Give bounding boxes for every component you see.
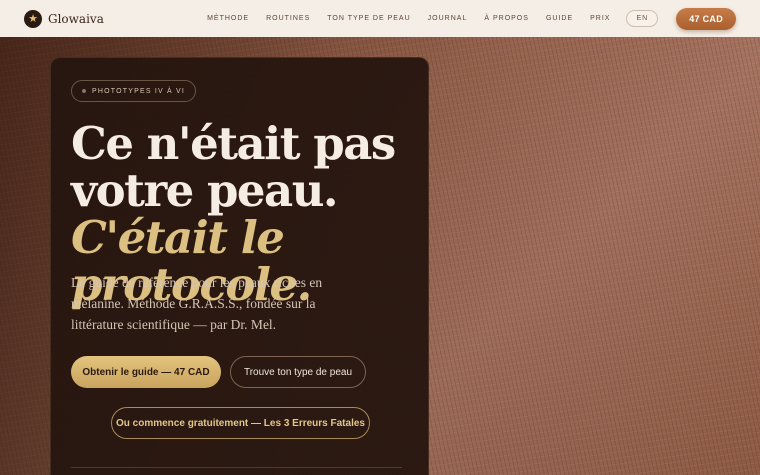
free-start-button[interactable]: Ou commence gratuitement — Les 3 Erreurs… bbox=[111, 407, 370, 439]
nav-item-skin-type[interactable]: Ton type de peau bbox=[327, 15, 410, 22]
star-icon[interactable]: ★ bbox=[24, 9, 42, 28]
header-buy-button[interactable]: 47 CAD bbox=[676, 7, 736, 30]
headline-line-1: Ce n'était pas bbox=[71, 117, 396, 170]
hero-subtitle: Le guide de référence pour les peaux ric… bbox=[71, 275, 323, 332]
nav-item-routines[interactable]: Routines bbox=[266, 15, 310, 22]
hero-card: PHOTOTYPES IV À VI Ce n'était pas votre … bbox=[50, 57, 429, 475]
card-divider bbox=[71, 467, 402, 468]
nav-item-prix[interactable]: Prix bbox=[590, 15, 610, 22]
phototype-badge: PHOTOTYPES IV À VI bbox=[71, 80, 197, 102]
phototype-badge-label: PHOTOTYPES IV À VI bbox=[92, 87, 186, 95]
nav-item-about[interactable]: À propos bbox=[484, 15, 529, 22]
headline-line-2: votre peau. bbox=[71, 164, 339, 217]
site-header: ★ Glowaiva Méthode Routines Ton type de … bbox=[0, 0, 760, 37]
nav-item-methode[interactable]: Méthode bbox=[207, 15, 249, 22]
dot-icon bbox=[82, 89, 86, 93]
language-toggle[interactable]: EN bbox=[626, 10, 659, 27]
main-nav: Méthode Routines Ton type de peau Journa… bbox=[207, 15, 610, 22]
nav-item-guide[interactable]: Guide bbox=[546, 15, 573, 22]
get-guide-button[interactable]: Obtenir le guide — 47 CAD bbox=[71, 356, 221, 388]
brand-name[interactable]: Glowaiva bbox=[48, 12, 104, 26]
nav-item-journal[interactable]: Journal bbox=[428, 15, 468, 22]
find-skin-type-button[interactable]: Trouve ton type de peau bbox=[230, 356, 366, 388]
